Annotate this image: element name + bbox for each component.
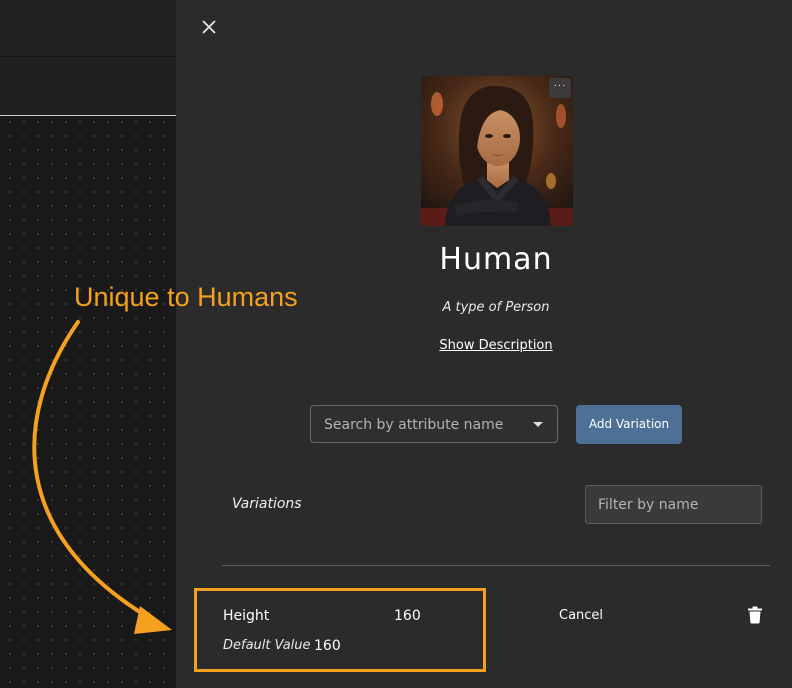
attribute-search-select[interactable]: Search by attribute name xyxy=(310,405,558,443)
section-divider xyxy=(222,565,770,566)
variations-heading: Variations xyxy=(232,496,302,512)
entity-subtitle: A type of Person xyxy=(442,300,550,315)
show-description-link[interactable]: Show Description xyxy=(176,338,792,353)
cancel-button[interactable]: Cancel xyxy=(559,608,603,623)
default-value: 160 xyxy=(314,638,341,654)
more-horizontal-icon: ··· xyxy=(553,81,567,92)
graph-canvas[interactable] xyxy=(0,0,176,688)
trash-icon[interactable] xyxy=(747,606,763,624)
filter-by-name-input[interactable]: Filter by name xyxy=(585,485,762,524)
add-variation-button[interactable]: Add Variation xyxy=(576,405,682,444)
variation-attribute-name: Height xyxy=(223,608,270,624)
chevron-down-icon xyxy=(533,422,543,427)
canvas-top-bar xyxy=(0,0,176,57)
attribute-search-placeholder: Search by attribute name xyxy=(324,417,504,433)
entity-portrait-image: ··· xyxy=(421,76,573,226)
filter-placeholder: Filter by name xyxy=(598,497,699,513)
more-options-button[interactable]: ··· xyxy=(549,78,571,98)
default-value-label: Default Value xyxy=(223,638,311,653)
canvas-toolbar xyxy=(0,57,176,116)
variation-attribute-value[interactable]: 160 xyxy=(394,608,421,624)
entity-detail-panel: ··· Human A type of Person Show Descript… xyxy=(176,0,792,688)
close-icon[interactable] xyxy=(198,16,220,38)
entity-title: Human xyxy=(439,242,553,277)
